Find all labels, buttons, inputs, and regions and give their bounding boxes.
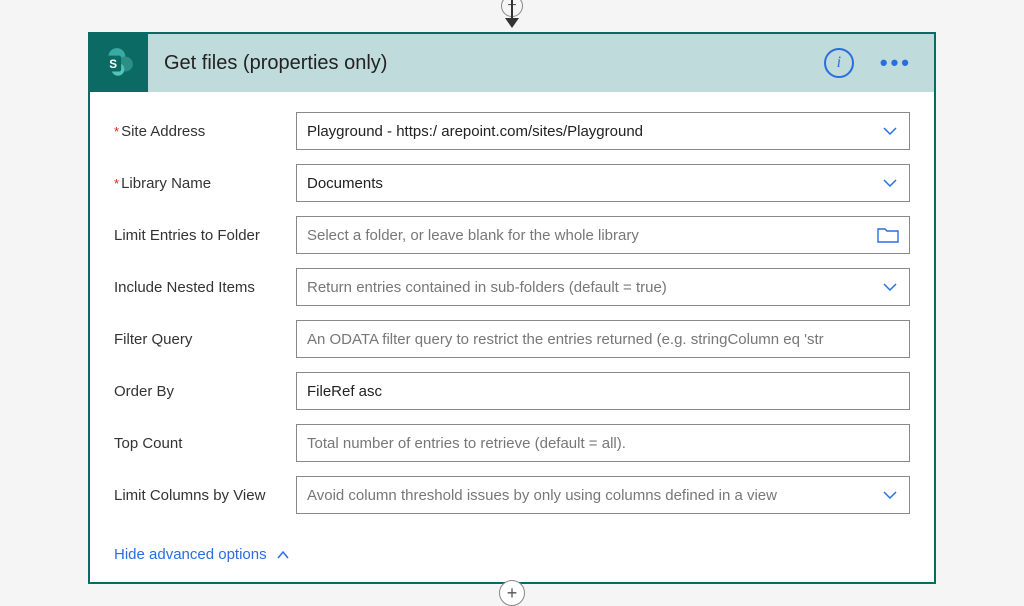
field-label: Order By — [114, 383, 296, 400]
label-text: Top Count — [114, 435, 182, 452]
advanced-options-toggle[interactable]: Hide advanced options — [114, 546, 291, 563]
label-text: Include Nested Items — [114, 279, 255, 296]
chevron-down-icon — [881, 486, 899, 504]
plus-icon: + — [507, 584, 518, 602]
library-name-select[interactable]: Documents — [296, 164, 910, 202]
chevron-down-icon — [881, 122, 899, 140]
field-placeholder: Return entries contained in sub-folders … — [307, 279, 873, 296]
required-marker: * — [114, 176, 119, 191]
field-label: Limit Columns by View — [114, 487, 296, 504]
chevron-down-icon — [881, 174, 899, 192]
filter-query-input[interactable]: An ODATA filter query to restrict the en… — [296, 320, 910, 358]
action-header[interactable]: S Get files (properties only) i ••• — [90, 34, 934, 92]
site-address-select[interactable]: Playground - https:/ arepoint.com/sites/… — [296, 112, 910, 150]
top-count-input[interactable]: Total number of entries to retrieve (def… — [296, 424, 910, 462]
label-text: Limit Columns by View — [114, 487, 265, 504]
required-marker: * — [114, 124, 119, 139]
field-label: Top Count — [114, 435, 296, 452]
field-include-nested: Include Nested Items Return entries cont… — [114, 268, 910, 306]
label-text: Site Address — [121, 123, 205, 140]
field-value: Playground - https:/ arepoint.com/sites/… — [307, 123, 873, 140]
limit-columns-select[interactable]: Avoid column threshold issues by only us… — [296, 476, 910, 514]
limit-folder-input[interactable]: Select a folder, or leave blank for the … — [296, 216, 910, 254]
more-icon: ••• — [880, 50, 912, 75]
field-order-by: Order By FileRef asc — [114, 372, 910, 410]
field-placeholder: Total number of entries to retrieve (def… — [307, 435, 899, 452]
label-text: Filter Query — [114, 331, 192, 348]
info-icon: i — [837, 54, 841, 72]
field-label: * Library Name — [114, 175, 296, 192]
field-label: * Site Address — [114, 123, 296, 140]
field-label: Filter Query — [114, 331, 296, 348]
action-body: * Site Address Playground - https:/ arep… — [90, 92, 934, 582]
field-value: FileRef asc — [307, 383, 899, 400]
add-step-after-button[interactable]: + — [499, 580, 525, 606]
include-nested-select[interactable]: Return entries contained in sub-folders … — [296, 268, 910, 306]
sharepoint-logo-icon: S — [90, 34, 148, 92]
field-limit-columns: Limit Columns by View Avoid column thres… — [114, 476, 910, 514]
action-title: Get files (properties only) — [164, 52, 824, 75]
field-label: Limit Entries to Folder — [114, 227, 296, 244]
label-text: Order By — [114, 383, 174, 400]
field-placeholder: Avoid column threshold issues by only us… — [307, 487, 873, 504]
field-filter-query: Filter Query An ODATA filter query to re… — [114, 320, 910, 358]
action-card: S Get files (properties only) i ••• * Si… — [88, 32, 936, 584]
folder-icon[interactable] — [877, 226, 899, 244]
svg-text:S: S — [109, 58, 117, 71]
chevron-down-icon — [881, 278, 899, 296]
info-button[interactable]: i — [824, 48, 854, 78]
field-limit-folder: Limit Entries to Folder Select a folder,… — [114, 216, 910, 254]
label-text: Library Name — [121, 175, 211, 192]
field-placeholder: Select a folder, or leave blank for the … — [307, 227, 869, 244]
toggle-label: Hide advanced options — [114, 546, 267, 563]
field-label: Include Nested Items — [114, 279, 296, 296]
field-site-address: * Site Address Playground - https:/ arep… — [114, 112, 910, 150]
order-by-input[interactable]: FileRef asc — [296, 372, 910, 410]
label-text: Limit Entries to Folder — [114, 227, 260, 244]
field-placeholder: An ODATA filter query to restrict the en… — [307, 331, 899, 348]
flow-arrow-icon — [511, 0, 513, 26]
chevron-up-icon — [275, 547, 291, 563]
field-value: Documents — [307, 175, 873, 192]
field-library-name: * Library Name Documents — [114, 164, 910, 202]
field-top-count: Top Count Total number of entries to ret… — [114, 424, 910, 462]
more-button[interactable]: ••• — [874, 50, 918, 76]
